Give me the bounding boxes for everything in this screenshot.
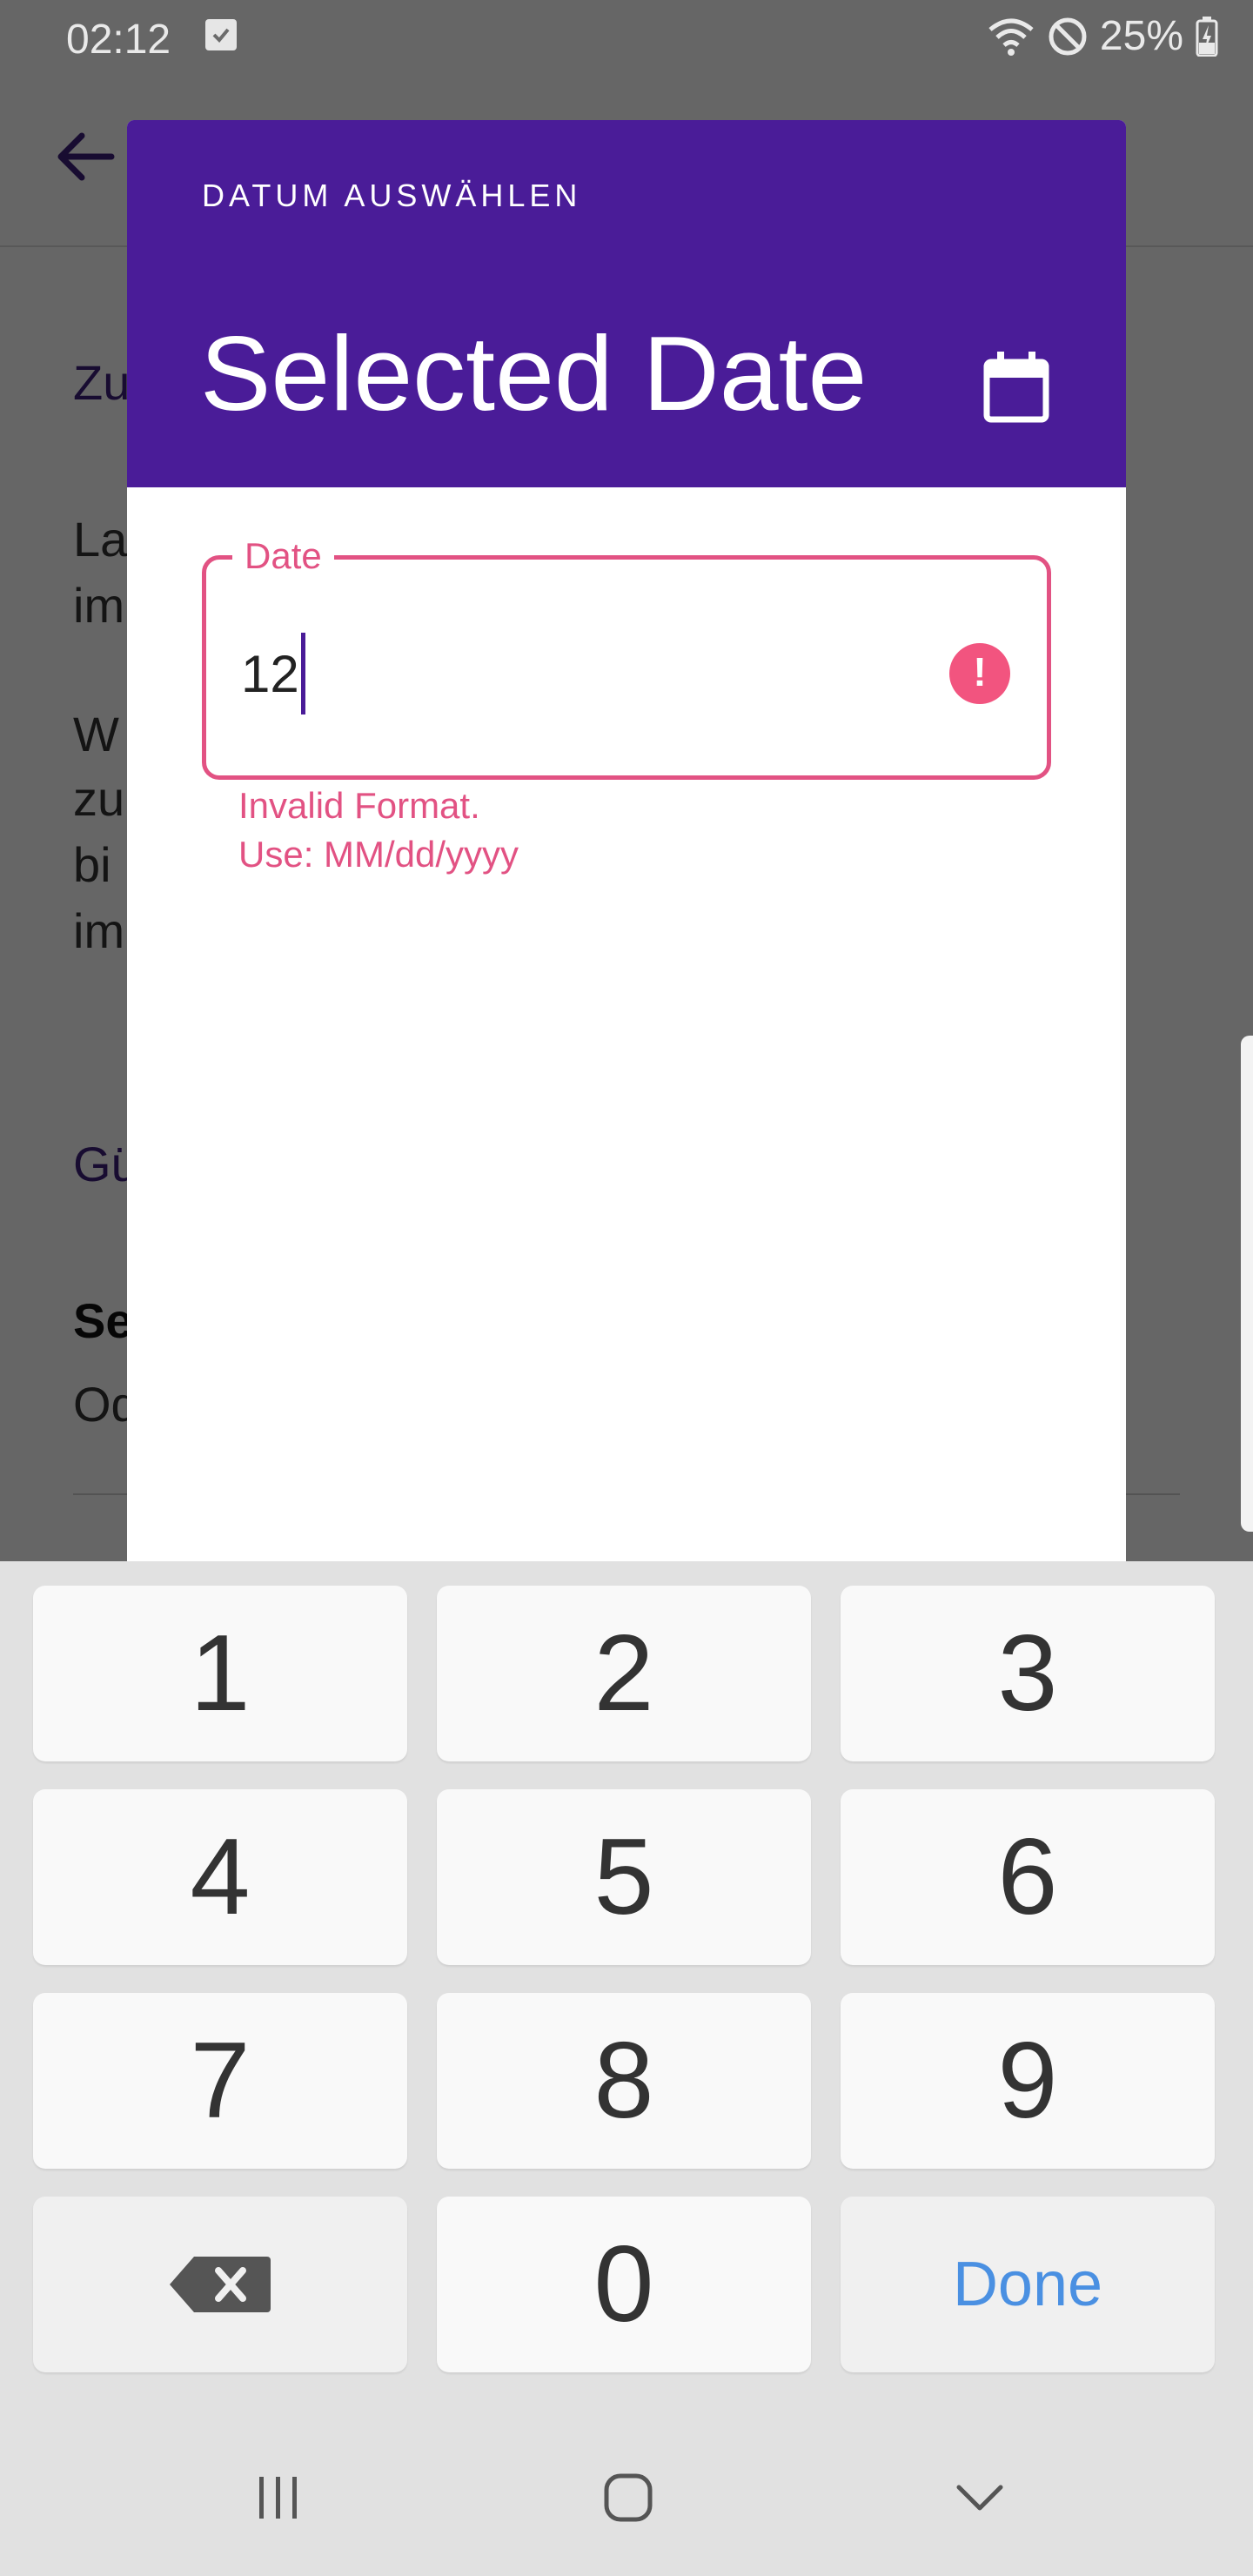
text-cursor [300,633,305,714]
selected-date-title: Selected Date [200,314,868,433]
dialog-header: DATUM AUSWÄHLEN Selected Date [127,120,1126,487]
error-icon: ! [949,643,1010,704]
key-7[interactable]: 7 [33,1993,407,2169]
dialog-header-label: DATUM AUSWÄHLEN [202,178,582,213]
checkbox-notification-icon [205,19,237,50]
hide-keyboard-button[interactable] [945,2463,1015,2532]
backspace-key[interactable] [33,2197,407,2372]
wifi-icon [988,18,1034,56]
key-1[interactable]: 1 [33,1586,407,1761]
key-9[interactable]: 9 [841,1993,1215,2169]
home-icon [604,2473,653,2522]
error-message-line2: Use: MM/dd/yyyy [238,834,519,875]
key-5[interactable]: 5 [437,1789,811,1965]
date-picker-dialog: DATUM AUSWÄHLEN Selected Date Date 12 ! … [127,120,1126,1565]
do-not-disturb-icon [1049,17,1087,55]
battery-charging-icon [1196,16,1218,57]
key-4[interactable]: 4 [33,1789,407,1965]
recent-apps-icon [259,2477,297,2519]
status-time: 02:12 [66,17,171,63]
home-button[interactable] [593,2463,663,2532]
battery-percentage: 25% [1099,13,1183,59]
recent-apps-button[interactable] [244,2463,313,2532]
edge-panel-handle[interactable] [1241,1036,1253,1532]
key-0[interactable]: 0 [437,2197,811,2372]
key-8[interactable]: 8 [437,1993,811,2169]
backspace-icon [170,2257,271,2312]
calendar-icon[interactable] [983,352,1049,423]
key-2[interactable]: 2 [437,1586,811,1761]
status-bar: 02:12 25% [0,0,1253,73]
status-icons: 25% [987,12,1218,60]
chevron-down-icon [956,2485,1003,2511]
key-3[interactable]: 3 [841,1586,1215,1761]
key-6[interactable]: 6 [841,1789,1215,1965]
error-message-line1: Invalid Format. [238,785,480,826]
date-field-label: Date [232,535,334,577]
date-input-field[interactable]: Date 12 ! [202,535,1051,780]
done-key[interactable]: Done [841,2197,1215,2372]
date-input-value[interactable]: 12 [241,633,305,714]
date-input-text: 12 [241,644,299,703]
